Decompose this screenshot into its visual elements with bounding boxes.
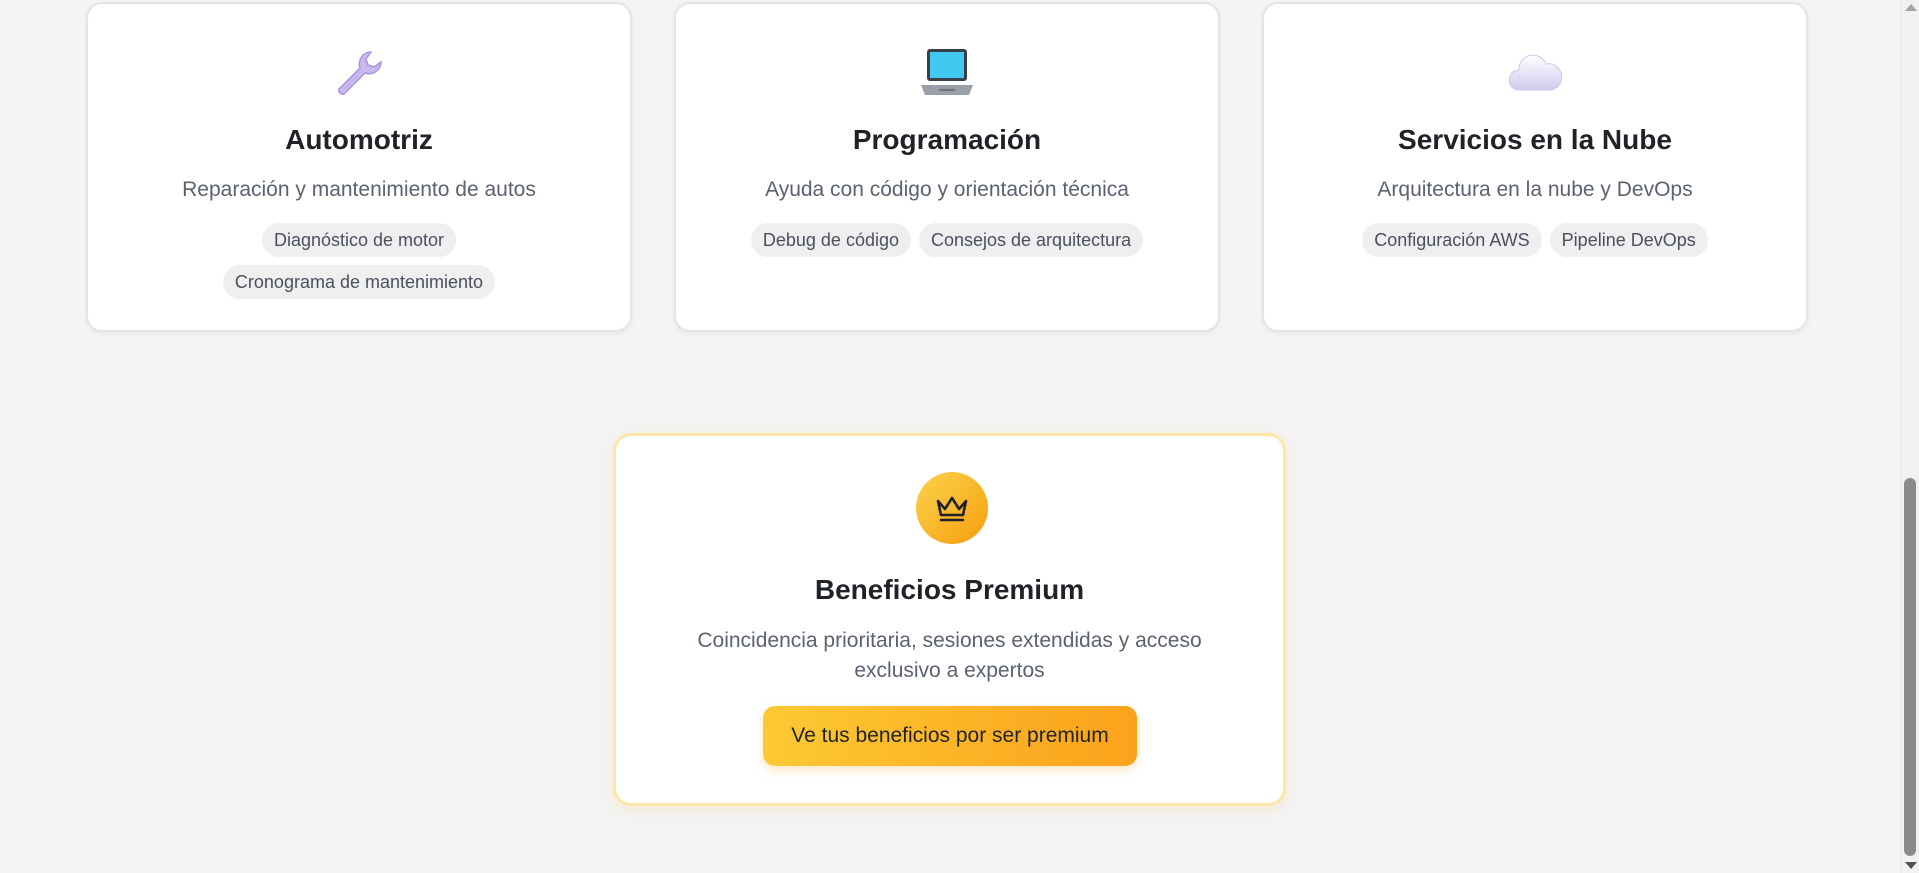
card-description: Ayuda con código y orientación técnica (765, 178, 1129, 201)
laptop-icon (676, 44, 1218, 104)
card-title: Servicios en la Nube (1398, 124, 1672, 155)
scroll-up-arrow-icon[interactable] (1905, 4, 1917, 11)
crown-icon (916, 472, 988, 544)
wrench-icon (88, 44, 630, 104)
category-card-nube[interactable]: Servicios en la Nube Arquitectura en la … (1262, 2, 1808, 332)
category-card-automotriz[interactable]: Automotriz Reparación y mantenimiento de… (86, 2, 632, 332)
tag[interactable]: Configuración AWS (1362, 223, 1542, 257)
card-description: Reparación y mantenimiento de autos (182, 178, 536, 201)
tag[interactable]: Diagnóstico de motor (261, 223, 457, 257)
tag[interactable]: Pipeline DevOps (1549, 223, 1708, 257)
tag[interactable]: Debug de código (750, 223, 911, 257)
vertical-scrollbar[interactable] (1900, 0, 1919, 873)
card-description: Arquitectura en la nube y DevOps (1377, 178, 1693, 201)
premium-title: Beneficios Premium (814, 574, 1085, 605)
cloud-icon (1264, 44, 1806, 104)
page-viewport: Automotriz Reparación y mantenimiento de… (0, 0, 1900, 873)
tag[interactable]: Cronograma de mantenimiento (222, 265, 496, 299)
premium-benefits-button[interactable]: Ve tus beneficios por ser premium (763, 706, 1137, 766)
tag-list: Diagnóstico de motor Cronograma de mante… (218, 223, 500, 299)
card-title: Programación (852, 124, 1042, 155)
tag-list: Configuración AWS Pipeline DevOps (1284, 223, 1786, 257)
category-card-programacion[interactable]: Programación Ayuda con código y orientac… (674, 2, 1220, 332)
premium-benefits-card: Beneficios Premium Coincidencia priorita… (613, 433, 1286, 806)
premium-description: Coincidencia prioritaria, sesiones exten… (697, 629, 1202, 682)
card-title: Automotriz (285, 124, 433, 155)
tag-list: Debug de código Consejos de arquitectura (696, 223, 1198, 257)
tag[interactable]: Consejos de arquitectura (918, 223, 1144, 257)
scrollbar-thumb[interactable] (1904, 478, 1916, 856)
scroll-down-arrow-icon[interactable] (1905, 862, 1917, 869)
category-cards: Automotriz Reparación y mantenimiento de… (86, 2, 1812, 335)
